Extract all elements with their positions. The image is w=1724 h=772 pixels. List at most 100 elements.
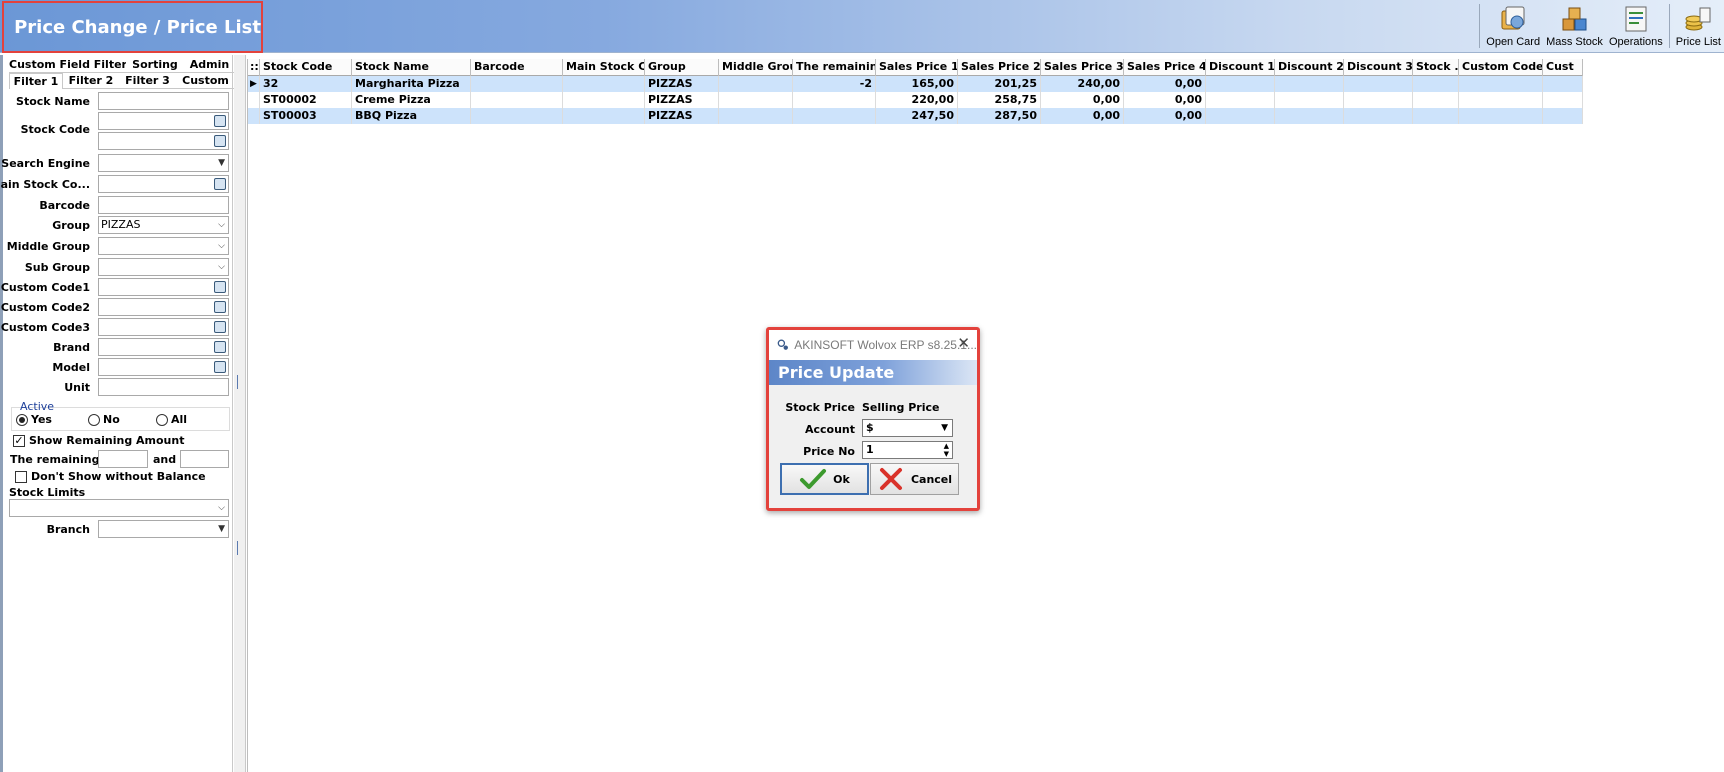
unit-input[interactable]	[98, 378, 229, 396]
price-list-button[interactable]: Price List	[1673, 2, 1724, 48]
custom-code1-input[interactable]	[98, 278, 229, 296]
cell-custom-code1[interactable]	[1459, 76, 1543, 92]
close-icon[interactable]: ✕	[957, 336, 970, 351]
cell-sales-price-4[interactable]: 0,00	[1124, 76, 1206, 92]
cell-custom-code1[interactable]	[1459, 92, 1543, 108]
table-row[interactable]: ST00002 Creme Pizza PIZZAS 220,00 258,75…	[248, 92, 1583, 108]
cell-barcode[interactable]	[471, 92, 563, 108]
cell-sales-price-4[interactable]: 0,00	[1124, 92, 1206, 108]
tab-sorting[interactable]: Sorting	[126, 57, 184, 73]
main-stock-code-input[interactable]	[98, 175, 229, 193]
open-card-button[interactable]: Open Card	[1483, 2, 1543, 48]
col-middle-group[interactable]: Middle Group	[719, 59, 793, 76]
stock-limits-select[interactable]: ⌵	[9, 499, 229, 517]
cell-middle-group[interactable]	[719, 108, 793, 124]
remaining-to-input[interactable]	[180, 450, 229, 468]
col-stock-code[interactable]: Stock Code	[260, 59, 352, 76]
cell-stock[interactable]	[1413, 92, 1459, 108]
cell-main-stock-code[interactable]	[563, 92, 645, 108]
ok-button[interactable]: Ok	[780, 463, 869, 495]
col-sales-price-3[interactable]: Sales Price 3	[1041, 59, 1124, 76]
lookup-icon[interactable]	[214, 281, 226, 293]
tab-filter-2[interactable]: Filter 2	[63, 73, 119, 89]
col-sales-price-4[interactable]: Sales Price 4	[1124, 59, 1206, 76]
col-stock-name[interactable]: Stock Name	[352, 59, 471, 76]
model-input[interactable]	[98, 358, 229, 376]
cell-remaining[interactable]	[793, 92, 876, 108]
group-select[interactable]: PIZZAS ⌵	[98, 216, 229, 234]
active-yes-radio[interactable]: Yes	[16, 413, 52, 426]
col-discount-3[interactable]: Discount 3 ...	[1344, 59, 1413, 76]
cell-custom-code1[interactable]	[1459, 108, 1543, 124]
cell-sales-price-2[interactable]: 201,25	[958, 76, 1041, 92]
collapse-arrow-icon[interactable]	[237, 541, 241, 555]
tab-admin[interactable]: Admin	[184, 57, 235, 73]
collapse-arrow-icon[interactable]	[237, 375, 241, 389]
cell-cust[interactable]	[1543, 108, 1583, 124]
search-engine-select[interactable]: ▼	[98, 154, 229, 172]
cell-discount-1[interactable]	[1206, 76, 1275, 92]
cell-stock-name[interactable]: BBQ Pizza	[352, 108, 471, 124]
cell-discount-3[interactable]	[1344, 92, 1413, 108]
sub-group-select[interactable]: ⌵	[98, 258, 229, 276]
lookup-icon[interactable]	[214, 178, 226, 190]
lookup-icon[interactable]	[214, 135, 226, 147]
barcode-input[interactable]	[98, 196, 229, 214]
cell-discount-2[interactable]	[1275, 108, 1344, 124]
cell-stock[interactable]	[1413, 76, 1459, 92]
operations-button[interactable]: Operations	[1606, 2, 1666, 48]
cancel-button[interactable]: Cancel	[870, 463, 959, 495]
cell-stock[interactable]	[1413, 108, 1459, 124]
custom-code3-input[interactable]	[98, 318, 229, 336]
cell-stock-code[interactable]: ST00002	[260, 92, 352, 108]
cell-cust[interactable]	[1543, 76, 1583, 92]
cell-stock-name[interactable]: Creme Pizza	[352, 92, 471, 108]
cell-main-stock-code[interactable]	[563, 76, 645, 92]
cell-group[interactable]: PIZZAS	[645, 108, 719, 124]
col-sales-price-2[interactable]: Sales Price 2	[958, 59, 1041, 76]
branch-select[interactable]: ▼	[98, 520, 229, 538]
col-stock[interactable]: Stock ...	[1413, 59, 1459, 76]
col-cust[interactable]: Cust	[1543, 59, 1583, 76]
cell-discount-2[interactable]	[1275, 76, 1344, 92]
cell-group[interactable]: PIZZAS	[645, 92, 719, 108]
cell-group[interactable]: PIZZAS	[645, 76, 719, 92]
tab-filter-3[interactable]: Filter 3	[119, 73, 176, 89]
table-row[interactable]: ▶ 32 Margharita Pizza PIZZAS -2 165,00 2…	[248, 76, 1583, 92]
lookup-icon[interactable]	[214, 301, 226, 313]
grid-corner[interactable]: ::	[248, 59, 260, 76]
dialog-titlebar[interactable]: AKINSOFT Wolvox ERP s8.25.1... ✕	[769, 330, 977, 360]
cell-barcode[interactable]	[471, 108, 563, 124]
tab-custom[interactable]: Custom	[176, 73, 235, 89]
col-remaining[interactable]: The remainin...	[793, 59, 876, 76]
cell-sales-price-3[interactable]: 0,00	[1041, 108, 1124, 124]
col-sales-price-1[interactable]: Sales Price 1	[876, 59, 958, 76]
col-main-stock-code[interactable]: Main Stock C...	[563, 59, 645, 76]
stock-name-input[interactable]	[98, 92, 229, 110]
col-discount-2[interactable]: Discount 2 ...	[1275, 59, 1344, 76]
cell-discount-3[interactable]	[1344, 108, 1413, 124]
tab-filter-1[interactable]: Filter 1	[9, 73, 63, 89]
cell-sales-price-1[interactable]: 165,00	[876, 76, 958, 92]
cell-sales-price-3[interactable]: 0,00	[1041, 92, 1124, 108]
cell-middle-group[interactable]	[719, 92, 793, 108]
cell-remaining[interactable]: -2	[793, 76, 876, 92]
lookup-icon[interactable]	[214, 361, 226, 373]
cell-main-stock-code[interactable]	[563, 108, 645, 124]
stock-code-input[interactable]	[98, 112, 229, 130]
table-row[interactable]: ST00003 BBQ Pizza PIZZAS 247,50 287,50 0…	[248, 108, 1583, 124]
cell-remaining[interactable]	[793, 108, 876, 124]
cell-middle-group[interactable]	[719, 76, 793, 92]
cell-discount-1[interactable]	[1206, 92, 1275, 108]
brand-input[interactable]	[98, 338, 229, 356]
mass-stock-button[interactable]: Mass Stock	[1543, 2, 1606, 48]
cell-discount-2[interactable]	[1275, 92, 1344, 108]
remaining-from-input[interactable]	[98, 450, 148, 468]
cell-stock-code[interactable]: ST00003	[260, 108, 352, 124]
middle-group-select[interactable]: ⌵	[98, 237, 229, 255]
active-no-radio[interactable]: No	[88, 413, 120, 426]
col-discount-1[interactable]: Discount 1 ...	[1206, 59, 1275, 76]
cell-sales-price-1[interactable]: 220,00	[876, 92, 958, 108]
price-no-spinner[interactable]: 1 ▲ ▼	[862, 441, 953, 459]
cell-sales-price-2[interactable]: 287,50	[958, 108, 1041, 124]
